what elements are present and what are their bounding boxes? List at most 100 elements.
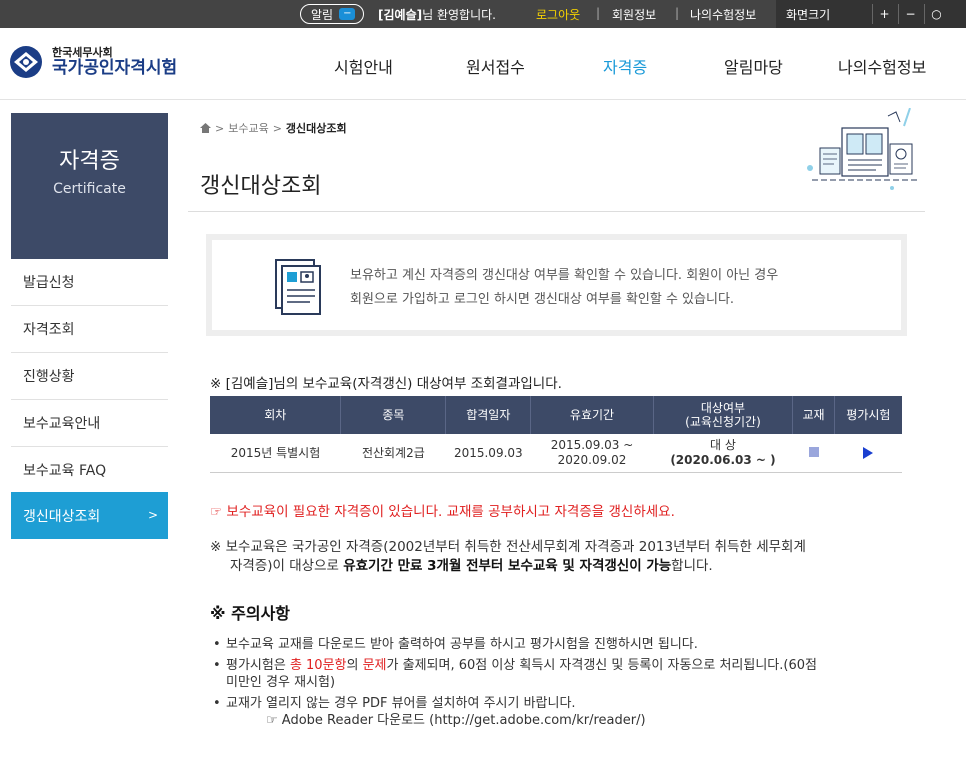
list-item: • 보수교육 교재를 다운로드 받아 출력하여 공부를 하시고 평가시험을 진행하… [210,636,910,653]
warning-message: ☞ 보수교육이 필요한 자격증이 있습니다. 교재를 공부하시고 자격증을 갱신… [210,504,675,520]
book-icon[interactable] [808,446,819,457]
table-row: 2015년 특별시험 전산회계2급 2015.09.03 2015.09.03 … [210,434,902,473]
cell-round: 2015년 특별시험 [210,434,341,473]
document-icon [275,259,321,315]
top-utility-bar: 알림 − [김예슬]님 환영합니다. 로그아웃 | 회원정보 | 나의수험정보 … [0,0,966,28]
alert-label: 알림 [311,7,334,22]
note-line-1: ※ 보수교육은 국가공인 자격증(2002년부터 취득한 전산세무회계 자격증과… [210,539,806,555]
zoom-reset-button[interactable]: ○ [924,4,948,24]
sidebar-item-label: 자격조회 [23,322,75,338]
caution-item-2-red1: 총 10문항 [289,658,347,673]
cell-eval [834,434,902,473]
bullet: • [213,658,221,673]
cell-textbook [792,434,835,473]
breadcrumb-current: 갱신대상조회 [285,122,347,135]
cell-type: 전산회계2급 [340,434,446,473]
member-info-link[interactable]: 회원정보 [612,6,656,23]
zoom-out-button[interactable]: − [898,4,922,24]
sidebar-item-label: 갱신대상조회 [23,508,101,525]
my-exam-info-link[interactable]: 나의수험정보 [690,6,756,23]
sidebar-item-lookup[interactable]: 자격조회 [11,306,168,353]
nav-application[interactable]: 원서접수 [466,54,525,78]
caution-item-2-pre: 평가시험은 [226,658,290,673]
zoom-in-button[interactable]: + [872,4,896,24]
table-header-row: 회차 종목 합격일자 유효기간 대상여부 (교육신청기간) 교재 평가시험 [210,396,902,434]
nav-exam-guide[interactable]: 시험안내 [334,54,393,78]
list-item: • 교재가 열리지 않는 경우 PDF 뷰어를 설치하여 주시기 바랍니다. ☞ A… [210,695,910,729]
alert-collapse-icon: − [339,8,356,20]
col-type: 종목 [340,396,447,434]
bullet: • [213,637,221,652]
caution-item-2-mid: 의 [346,658,363,673]
site-header: 한국세무사회 국가공인자격시험 시험안내 원서접수 자격증 알림마당 나의수험정… [0,28,966,100]
cell-valid-period: 2015.09.03 ~2020.09.02 [530,434,654,473]
info-message: 보유하고 계신 자격증의 갱신대상 여부를 확인할 수 있습니다. 회원이 아닌… [350,264,778,312]
sidebar-title-en: Certificate [53,181,126,197]
caution-item-1: 보수교육 교재를 다운로드 받아 출력하여 공부를 하시고 평가시험을 진행하시… [226,637,698,652]
adobe-reader-link[interactable]: ☞ Adobe Reader 다운로드 (http://get.adobe.co… [226,712,910,729]
welcome-text: [김예슬]님 환영합니다. [378,6,496,23]
sidebar-item-label: 보수교육안내 [23,416,101,432]
col-target-bottom: (교육신청기간) [685,415,761,429]
valid-from: 2015.09.03 ~ [550,438,634,453]
chevron-right-icon: > [147,508,158,522]
separator: | [596,6,601,20]
sidebar-item-progress[interactable]: 진행상황 [11,353,168,400]
caution-title: ※ 주의사항 [210,604,291,623]
logo-org-small: 한국세무사회 [52,45,113,59]
renewal-result-table: 회차 종목 합격일자 유효기간 대상여부 (교육신청기간) 교재 평가시험 201… [210,396,902,473]
caution-list: • 보수교육 교재를 다운로드 받아 출력하여 공부를 하시고 평가시험을 진행하… [210,636,910,733]
nav-certificate[interactable]: 자격증 [603,54,647,78]
caution-item-2-post: 가 출제되며, 60점 이상 획득시 자격갱신 및 등록이 자동으로 처리됩니다… [386,658,817,673]
list-item: • 평가시험은 총 10문항의 문제가 출제되며, 60점 이상 획득시 자격갱신… [210,657,910,691]
col-eval: 평가시험 [834,396,902,434]
welcome-suffix: 님 환영합니다. [422,8,496,22]
logout-link[interactable]: 로그아웃 [536,6,580,23]
nav-my-exam-info[interactable]: 나의수험정보 [838,54,926,78]
breadcrumb-level1[interactable]: 보수교육 [228,120,268,136]
divider [188,211,925,212]
col-valid-period: 유효기간 [530,396,654,434]
logo-mark-icon [10,46,42,78]
nav-notice[interactable]: 알림마당 [724,54,783,78]
breadcrumb: > 보수교육 > 갱신대상조회 [200,120,347,136]
note-line-2-pre: 자격증)이 대상으로 [230,558,344,574]
result-title: ※ [김예슬]님의 보수교육(자격갱신) 대상여부 조회결과입니다. [210,376,562,392]
sidebar-item-education-faq[interactable]: 보수교육 FAQ [11,447,168,494]
play-icon[interactable] [863,447,874,460]
col-pass-date: 합격일자 [445,396,532,434]
user-name: [김예슬] [378,8,423,22]
separator: | [675,6,680,20]
logo-org-big: 국가공인자격시험 [52,57,178,78]
col-textbook: 교재 [792,396,835,434]
site-logo[interactable]: 한국세무사회 국가공인자격시험 [8,44,177,80]
cell-pass-date: 2015.09.03 [445,434,531,473]
note-line-2-post: 합니다. [671,558,713,574]
sidebar-item-label: 발급신청 [23,275,75,291]
document-illustration-icon [807,108,920,190]
note-line-2-bold: 유효기간 만료 3개월 전부터 보수교육 및 자격갱신이 가능 [343,558,672,574]
breadcrumb-sep: > [215,121,225,135]
home-icon[interactable] [200,123,211,133]
sidebar-title: 자격증 Certificate [11,113,168,259]
education-note: ※ 보수교육은 국가공인 자격증(2002년부터 취득한 전산세무회계 자격증과… [210,538,880,576]
page-title: 갱신대상조회 [200,174,322,199]
target-period: (2020.06.03 ~ ) [670,452,776,467]
cell-target: 대 상 (2020.06.03 ~ ) [653,434,793,473]
target-status: 대 상 [710,438,736,453]
zoom-label: 화면크기 [786,8,831,22]
valid-to: 2020.09.02 [557,452,627,467]
col-target: 대상여부 (교육신청기간) [653,396,794,434]
zoom-controls: 화면크기 + − ○ [776,0,966,28]
caution-item-3: 교재가 열리지 않는 경우 PDF 뷰어를 설치하여 주시기 바랍니다. [226,696,576,711]
sidebar-item-issue[interactable]: 발급신청 [11,259,168,306]
caution-item-2-line2: 미만인 경우 재시험) [226,675,336,690]
sidebar-item-education-guide[interactable]: 보수교육안내 [11,400,168,447]
alert-toggle-button[interactable]: 알림 − [300,4,365,24]
col-round: 회차 [210,396,342,434]
sidebar-item-label: 보수교육 FAQ [23,463,107,479]
info-line-2: 회원으로 가입하고 로그인 하시면 갱신대상 여부를 확인할 수 있습니다. [350,292,735,307]
note-line-2: 자격증)이 대상으로 유효기간 만료 3개월 전부터 보수교육 및 자격갱신이 … [210,557,880,576]
sidebar-item-renewal-lookup[interactable]: 갱신대상조회 > [11,492,168,539]
caution-item-2-red2: 문제 [362,658,387,673]
